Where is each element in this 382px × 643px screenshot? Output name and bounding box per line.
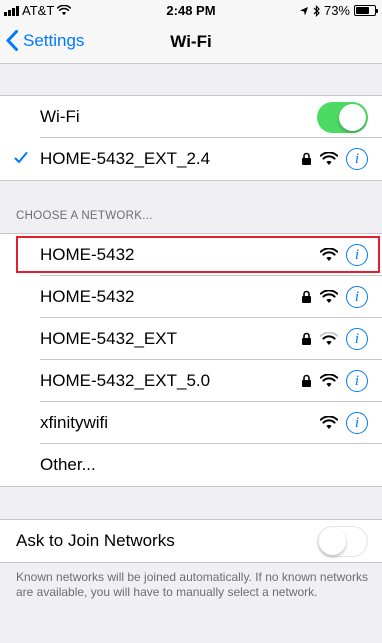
network-icons: i [320,244,368,266]
ask-to-join-group: Ask to Join Networks [0,519,382,563]
info-icon[interactable]: i [346,370,368,392]
lock-icon [302,152,311,165]
connected-network-row[interactable]: HOME-5432_EXT_2.4 i [0,138,382,180]
network-name: HOME-5432 [40,287,135,306]
lock-icon [302,290,311,303]
battery-icon [354,5,378,16]
info-icon[interactable]: i [346,244,368,266]
ask-to-join-label: Ask to Join Networks [16,531,175,550]
battery-percent: 73% [323,3,350,18]
network-row[interactable]: HOME-5432 i [0,234,382,276]
networks-group: HOME-5432 i HOME-5432 i HOME-5432_EXT i … [0,233,382,487]
toggle-knob [319,528,346,555]
wifi-group: Wi-Fi HOME-5432_EXT_2.4 i [0,95,382,181]
checkmark-icon [14,152,28,163]
wifi-signal-icon [320,290,338,303]
wifi-signal-icon [320,248,338,261]
location-arrow-icon [299,6,308,15]
network-name: HOME-5432_EXT_5.0 [40,371,211,390]
wifi-signal-icon [320,332,338,345]
networks-section-header: CHOOSE A NETWORK... [16,210,153,222]
wifi-signal-icon [320,374,338,387]
wifi-label: Wi-Fi [40,107,80,126]
ask-to-join-toggle[interactable] [317,526,368,557]
other-network-label: Other... [40,455,96,474]
network-name: HOME-5432 [40,245,135,264]
connected-network-icons: i [301,148,368,170]
network-row[interactable]: HOME-5432 i [0,276,382,318]
network-name: HOME-5432_EXT [40,329,177,348]
info-icon[interactable]: i [346,328,368,350]
toggle-knob [339,104,366,131]
footer-note: Known networks will be joined automatica… [16,570,368,599]
network-icons: i [301,286,368,308]
navigation-bar: Settings Wi-Fi [0,20,382,64]
network-icons: i [320,412,368,434]
network-icons: i [301,328,368,350]
ask-to-join-row: Ask to Join Networks [0,520,382,562]
wifi-toggle[interactable] [317,102,368,133]
wifi-toggle-row: Wi-Fi [0,96,382,138]
network-row[interactable]: HOME-5432_EXT i [0,318,382,360]
info-icon[interactable]: i [346,412,368,434]
network-icons: i [301,370,368,392]
status-right: 73% [299,3,378,18]
connected-network-name: HOME-5432_EXT_2.4 [40,149,211,168]
info-icon[interactable]: i [346,286,368,308]
wifi-signal-icon [320,416,338,429]
network-name: xfinitywifi [40,413,109,432]
bluetooth-icon [313,4,320,17]
lock-icon [302,374,311,387]
wifi-signal-icon [320,152,338,165]
page-title: Wi-Fi [170,32,212,51]
lock-icon [302,332,311,345]
status-bar: AT&T 2:48 PM 73% [0,0,382,20]
info-icon[interactable]: i [346,148,368,170]
network-row[interactable]: HOME-5432_EXT_5.0 i [0,360,382,402]
network-row[interactable]: xfinitywifi i [0,402,382,444]
other-network-row[interactable]: Other... [0,444,382,486]
